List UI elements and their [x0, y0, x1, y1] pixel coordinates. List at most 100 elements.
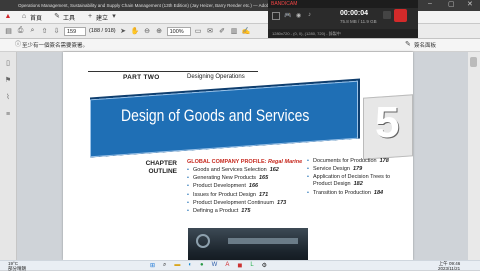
outline-item-text: Generating New Products 165 — [193, 175, 268, 182]
outline-item[interactable]: • Documents for Production 178 — [307, 158, 407, 165]
left-sidebar: ▯ ⚑ ⌇ ≡ — [0, 52, 17, 260]
bookmark-icon[interactable]: ⚑ — [4, 77, 12, 85]
comment-icon[interactable]: ✉ — [206, 27, 215, 35]
outline-item[interactable]: • Application of Decision Trees to Produc… — [307, 174, 407, 188]
tools-button[interactable]: ✎ 工具 — [50, 12, 78, 23]
outline-item[interactable]: • Issues for Product Design 171 — [187, 192, 302, 199]
taskbar-apps: ⊞ ⌕ ▬ ◐ ● W A ◼ L ⚙ — [150, 262, 267, 269]
outline-item-title: Application of Decision Trees to Product… — [313, 174, 391, 188]
outline-item-text: Issues for Product Design 171 — [193, 192, 268, 199]
maximize-button[interactable]: ▢ — [448, 0, 455, 8]
outline-item-title: Service Design — [313, 166, 350, 173]
outline-item-text: Defining a Product 175 — [193, 208, 250, 215]
weather-desc: 部分晴朗 — [8, 266, 26, 271]
recorder-brand: BANDICAM — [268, 0, 418, 8]
webcam-icon[interactable]: ◉ — [296, 12, 301, 19]
outline-item[interactable]: • Service Design 179 — [307, 166, 407, 173]
taskbar: 19°C 部分晴朗 ⊞ ⌕ ▬ ◐ ● W A ◼ L ⚙ 上午 09:46 202… — [0, 260, 480, 271]
stop-button[interactable] — [394, 9, 407, 22]
zoom-select[interactable]: 100% — [166, 26, 191, 36]
file-explorer-icon[interactable]: ▬ — [174, 262, 180, 269]
window-title: Operations Management, Sustainability an… — [18, 3, 297, 8]
outline-item[interactable]: • Transition to Production 184 — [307, 190, 407, 197]
outline-item-page: 182 — [353, 181, 363, 188]
home-label: 首頁 — [30, 15, 43, 22]
outline-item[interactable]: • Product Development Continuum 173 — [187, 200, 302, 207]
line-icon[interactable]: L — [250, 262, 253, 269]
page-thumbnails-icon[interactable]: ▯ — [4, 60, 12, 68]
search-icon[interactable]: ⌕ — [28, 27, 37, 35]
outline-item[interactable]: • Goods and Services Selection 162 — [187, 167, 302, 174]
outline-item-text: Documents for Production 178 — [313, 158, 389, 165]
create-icon: + — [87, 13, 93, 20]
create-button[interactable]: + 建立 ▾ — [83, 12, 121, 23]
part-title: Designing Operations — [187, 74, 245, 80]
outline-item-page: 184 — [373, 189, 384, 196]
outline-item[interactable]: • Generating New Products 165 — [187, 175, 302, 182]
search-taskbar-icon[interactable]: ⌕ — [163, 262, 166, 269]
acrobat-logo-icon: ▲ — [4, 13, 12, 20]
word-icon[interactable]: W — [212, 262, 218, 269]
next-page-icon[interactable]: ⇩ — [52, 27, 61, 35]
fit-page-icon[interactable]: ▭ — [194, 27, 203, 35]
save-icon[interactable]: ▤ — [4, 27, 13, 35]
photo-detail — [228, 238, 298, 244]
scrollbar-thumb[interactable] — [470, 57, 477, 67]
outline-item-text: Product Development Continuum 173 — [193, 200, 286, 207]
outline-item[interactable]: • Product Development 166 — [187, 183, 302, 190]
outline-item-page: 162 — [269, 167, 279, 173]
photo-detail — [196, 234, 210, 248]
windows-start-icon[interactable]: ⊞ — [150, 262, 155, 269]
mic-icon[interactable]: ♪ — [308, 12, 311, 18]
outline-item-page: 175 — [241, 207, 251, 214]
chrome-icon[interactable]: ● — [200, 262, 204, 269]
recorder-info: 1280x720 - (0, 0), (1280, 720) - 錄製中 — [268, 29, 418, 38]
outline-item-page: 165 — [258, 175, 269, 182]
close-button[interactable]: ✕ — [467, 0, 473, 8]
pen-icon[interactable]: ✐ — [218, 27, 227, 35]
highlight-icon[interactable]: ▥ — [230, 27, 239, 35]
chapter-number: 5 — [375, 98, 400, 147]
outline-item-title: Product Development Continuum — [193, 199, 275, 206]
signature-icon: ✎ — [405, 41, 411, 48]
record-size: 75.8 MB / 11.9 GB — [340, 19, 377, 24]
scrollbar[interactable] — [468, 52, 480, 260]
screen-mode-icon[interactable] — [272, 12, 280, 20]
zoom-in-icon[interactable]: ⊕ — [155, 27, 164, 35]
outline-item-text: Transition to Production 184 — [313, 190, 383, 197]
layers-icon[interactable]: ≡ — [4, 111, 12, 119]
chapter-word: CHAPTER — [145, 160, 177, 167]
prev-page-icon[interactable]: ⇧ — [40, 27, 49, 35]
signature-panel-button[interactable]: ✎ 簽名面板 — [404, 41, 436, 49]
outline-item-page: 173 — [277, 199, 287, 206]
bandicam-taskbar-icon[interactable]: ◼ — [237, 262, 242, 269]
pause-button[interactable] — [383, 11, 391, 19]
print-icon[interactable]: ⎙ — [16, 27, 25, 35]
pdf-page: PART TWO Designing Operations Design of … — [63, 52, 413, 260]
outline-item[interactable]: • Defining a Product 175 — [187, 208, 302, 215]
outline-item-page: 166 — [248, 183, 259, 190]
home-button[interactable]: ⌂ 首頁 — [17, 12, 45, 23]
outline-item-text: Goods and Services Selection 162 — [193, 167, 279, 174]
minimize-button[interactable]: – — [428, 0, 432, 7]
edge-icon[interactable]: ◐ — [188, 262, 192, 269]
acrobat-taskbar-icon[interactable]: A — [225, 262, 229, 269]
outline-item-title: Product Development — [193, 183, 246, 190]
zoom-out-icon[interactable]: ⊖ — [143, 27, 152, 35]
top-rule — [88, 71, 258, 72]
outline-item-text: Product Development 166 — [193, 183, 258, 190]
record-time: 00:00:04 — [340, 10, 369, 17]
settings-icon[interactable]: ⚙ — [262, 262, 267, 269]
profile-label: GLOBAL COMPANY PROFILE: — [187, 159, 267, 165]
hand-icon[interactable]: ✋ — [131, 27, 140, 35]
company-profile: GLOBAL COMPANY PROFILE: Regal Marine — [187, 159, 302, 165]
attachment-icon[interactable]: ⌇ — [4, 94, 12, 102]
sign-icon[interactable]: ✍ — [242, 27, 251, 35]
page-number-input[interactable]: 159 — [64, 26, 86, 36]
game-mode-icon[interactable]: 🎮 — [284, 12, 291, 19]
profile-name: Regal Marine — [267, 159, 303, 165]
info-icon: ⓘ — [14, 42, 21, 48]
cursor-icon[interactable]: ➤ — [119, 27, 128, 35]
signature-banner: ⓘ 至少有一個簽名需要簽署。 ✎ 簽名面板 — [0, 39, 480, 52]
outline-item-page: 179 — [353, 166, 363, 173]
